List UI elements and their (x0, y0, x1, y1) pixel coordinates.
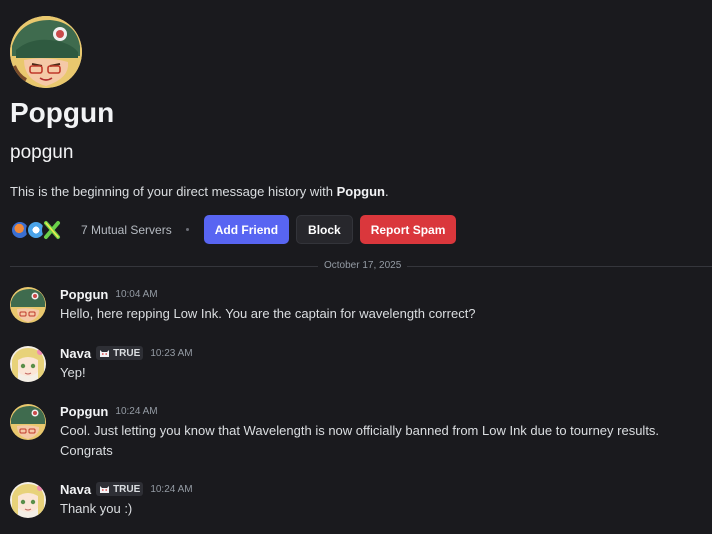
profile-avatar[interactable] (10, 16, 82, 88)
author-name[interactable]: Nava (60, 346, 91, 361)
message-timestamp: 10:24 AM (150, 483, 193, 495)
nava-avatar-image (10, 482, 46, 518)
author-name[interactable]: Popgun (60, 404, 108, 419)
message-content: Yep! (60, 365, 86, 380)
server-icon (42, 219, 62, 240)
author-name[interactable]: Popgun (60, 287, 108, 302)
message-header: Nava TRUE 10:23 AM (60, 344, 193, 362)
report-spam-button[interactable]: Report Spam (359, 215, 457, 244)
author-avatar[interactable] (10, 404, 46, 440)
mutual-server-icons[interactable] (10, 219, 68, 241)
message-content: Hello, here repping Low Ink. You are the… (60, 306, 476, 321)
popgun-avatar-image (10, 16, 82, 88)
add-friend-button[interactable]: Add Friend (203, 215, 290, 244)
author-avatar[interactable] (10, 346, 46, 382)
server-tag-badge[interactable]: TRUE (96, 482, 144, 496)
message-timestamp: 10:23 AM (150, 347, 193, 359)
mutual-servers-link[interactable]: 7 Mutual Servers (81, 223, 172, 237)
message-header: Popgun 10:24 AM (60, 402, 158, 420)
message-header: Popgun 10:04 AM (60, 285, 158, 303)
nava-avatar-image (10, 346, 46, 382)
separator-dot (185, 228, 189, 231)
profile-username: popgun (10, 142, 74, 163)
popgun-avatar-image (10, 404, 46, 440)
message-timestamp: 10:04 AM (115, 288, 158, 300)
tag-cat-icon (99, 347, 111, 359)
message-timestamp: 10:24 AM (115, 405, 158, 417)
message-header: Nava TRUE 10:24 AM (60, 480, 193, 498)
profile-action-row: 7 Mutual Servers Add Friend Block Report… (10, 215, 457, 244)
dm-channel: Popgun popgun This is the beginning of y… (0, 0, 712, 534)
message-content: Thank you :) (60, 501, 133, 516)
date-divider-label: October 17, 2025 (318, 259, 408, 273)
server-tag-label: TRUE (113, 483, 141, 495)
dm-intro-text: This is the beginning of your direct mes… (10, 183, 389, 201)
server-tag-label: TRUE (113, 347, 141, 359)
intro-prefix: This is the beginning of your direct mes… (10, 184, 337, 199)
popgun-avatar-image (10, 287, 46, 323)
profile-display-name: Popgun (10, 97, 115, 128)
intro-name: Popgun (336, 184, 385, 199)
intro-suffix: . (385, 184, 389, 199)
tag-cat-icon (99, 483, 111, 495)
author-name[interactable]: Nava (60, 482, 91, 497)
author-avatar[interactable] (10, 482, 46, 518)
block-button[interactable]: Block (296, 215, 353, 244)
server-tag-badge[interactable]: TRUE (96, 346, 144, 360)
message-content: Cool. Just letting you know that Wavelen… (60, 423, 660, 458)
author-avatar[interactable] (10, 287, 46, 323)
